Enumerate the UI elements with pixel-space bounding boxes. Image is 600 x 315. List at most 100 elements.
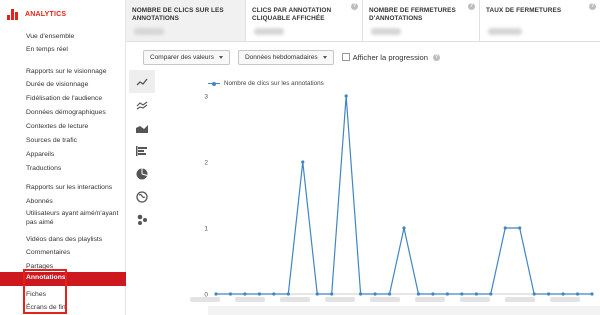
sidebar-item-devices[interactable]: Appareils — [26, 150, 54, 159]
y-tick-label: 1 — [204, 226, 208, 233]
data-point — [214, 292, 218, 296]
compare-dropdown-label: Comparer des valeurs — [150, 53, 214, 61]
tab-annotation-closes-label: NOMBRE DE FERMETURES D'ANNOTATIONS — [369, 7, 456, 22]
tab-close-rate-label: TAUX DE FERMETURES — [486, 7, 562, 14]
bar-chart-icon — [136, 145, 147, 156]
data-point — [257, 292, 261, 296]
sidebar-item-overview[interactable]: Vue d'ensemble — [26, 32, 74, 41]
line-chart-button[interactable] — [129, 70, 155, 93]
sidebar-header-viewing: Rapports sur le visionnage — [26, 68, 107, 75]
compare-dropdown[interactable]: Comparer des valeurs — [143, 49, 230, 65]
sidebar-item-translations[interactable]: Traductions — [26, 164, 61, 173]
data-point — [518, 226, 522, 230]
x-tick-label-blurred — [550, 297, 580, 302]
highlight-box — [23, 269, 67, 314]
data-point — [330, 292, 334, 296]
data-point — [286, 292, 290, 296]
data-point — [315, 292, 319, 296]
bubble-chart-button[interactable] — [129, 208, 155, 231]
sidebar-item-playback-locations[interactable]: Contextes de lecture — [26, 122, 88, 131]
area-chart-icon — [136, 124, 148, 133]
chart-canvas: 0123 — [190, 94, 600, 315]
legend-label: Nombre de clics sur les annotations — [224, 80, 324, 87]
sidebar-item-subscribers[interactable]: Abonnés — [26, 197, 53, 206]
sidebar-header-interactions: Rapports sur les interactions — [26, 184, 113, 191]
pie-chart-button[interactable] — [129, 162, 155, 185]
period-dropdown-label: Données hebdomadaires — [244, 53, 318, 61]
metric-tabs: NOMBRE DE CLICS SUR LES ANNOTATIONS CLIC… — [126, 0, 600, 42]
tab-close-rate[interactable]: TAUX DE FERMETURES ? — [480, 0, 600, 41]
sidebar-item-watch-time[interactable]: Durée de visionnage — [26, 80, 88, 89]
data-point — [344, 94, 348, 98]
x-tick-label-blurred — [505, 297, 535, 302]
chart-type-selector — [129, 70, 155, 231]
data-point — [561, 292, 565, 296]
chart-legend: Nombre de clics sur les annotations — [208, 80, 324, 87]
tab-clicks-per-annotation[interactable]: CLICS PAR ANNOTATION CLIQUABLE AFFICHÉE … — [246, 0, 363, 41]
sidebar-item-demographics[interactable]: Données démographiques — [26, 108, 106, 117]
globe-map-icon — [136, 190, 148, 203]
x-tick-label-blurred — [415, 297, 445, 302]
data-point — [416, 292, 421, 296]
legend-swatch-icon — [208, 81, 220, 87]
area-chart-button[interactable] — [129, 116, 155, 139]
bubble-chart-icon — [137, 214, 147, 225]
tab-annotation-clicks-label: NOMBRE DE CLICS SUR LES ANNOTATIONS — [132, 7, 224, 22]
sidebar-item-comments[interactable]: Commentaires — [26, 248, 70, 257]
help-icon[interactable]: ? — [468, 3, 475, 10]
pie-chart-icon — [136, 168, 148, 179]
blurred-value — [488, 28, 522, 35]
chevron-down-icon — [322, 55, 327, 59]
data-point — [503, 226, 507, 230]
multi-line-chart-icon — [136, 101, 148, 109]
data-point — [359, 292, 363, 296]
y-tick-label: 2 — [204, 160, 208, 167]
multi-line-chart-button[interactable] — [129, 93, 155, 116]
sidebar-item-realtime[interactable]: En temps réel — [26, 45, 68, 54]
tab-annotation-clicks[interactable]: NOMBRE DE CLICS SUR LES ANNOTATIONS — [126, 0, 246, 41]
sidebar-item-playlists[interactable]: Vidéos dans des playlists — [26, 235, 102, 244]
progress-label: Afficher la progression — [352, 52, 429, 62]
help-icon[interactable]: ? — [433, 53, 441, 61]
help-icon[interactable]: ? — [589, 3, 596, 10]
sidebar-item-retention[interactable]: Fidélisation de l'audience — [26, 94, 102, 103]
data-point — [489, 292, 493, 296]
blurred-value — [254, 28, 284, 35]
x-tick-label-blurred — [325, 297, 355, 302]
period-dropdown[interactable]: Données hebdomadaires — [237, 49, 334, 65]
analytics-bars-icon — [7, 8, 19, 20]
line-chart: 0123 Nombre de clics sur les annotations — [160, 70, 600, 315]
analytics-brand[interactable]: ANALYTICS — [7, 8, 66, 20]
x-tick-label-blurred — [370, 297, 400, 302]
x-tick-label-blurred — [460, 297, 490, 302]
bar-chart-button[interactable] — [129, 139, 155, 162]
blurred-value — [371, 28, 401, 35]
data-point — [460, 292, 464, 296]
data-point — [547, 292, 551, 296]
x-tick-label-blurred — [190, 297, 220, 302]
tab-clicks-per-annotation-label: CLICS PAR ANNOTATION CLIQUABLE AFFICHÉE — [252, 7, 332, 22]
brand-label: ANALYTICS — [25, 10, 67, 18]
help-icon[interactable]: ? — [351, 3, 358, 10]
data-point — [402, 226, 406, 230]
tab-annotation-closes[interactable]: NOMBRE DE FERMETURES D'ANNOTATIONS ? — [363, 0, 480, 41]
data-point — [387, 292, 392, 296]
data-point — [301, 160, 305, 164]
data-point — [228, 292, 233, 296]
data-point — [532, 292, 536, 296]
data-point — [243, 292, 247, 296]
x-tick-label-blurred — [235, 297, 265, 302]
progress-checkbox[interactable] — [341, 53, 350, 61]
data-point — [445, 292, 449, 296]
sidebar-item-likes[interactable]: Utilisateurs ayant aimé/n'ayant pas aimé — [26, 209, 122, 227]
data-point — [575, 292, 580, 296]
chart-bottom-strip — [208, 306, 600, 315]
blurred-value — [134, 28, 164, 35]
sidebar-item-traffic-sources[interactable]: Sources de trafic — [26, 136, 77, 145]
data-point — [373, 292, 377, 296]
chart-toolbar: Comparer des valeurs Données hebdomadair… — [143, 49, 441, 65]
data-point — [590, 292, 594, 296]
data-point — [272, 292, 276, 296]
series-line — [216, 95, 592, 295]
globe-map-button[interactable] — [129, 185, 155, 208]
